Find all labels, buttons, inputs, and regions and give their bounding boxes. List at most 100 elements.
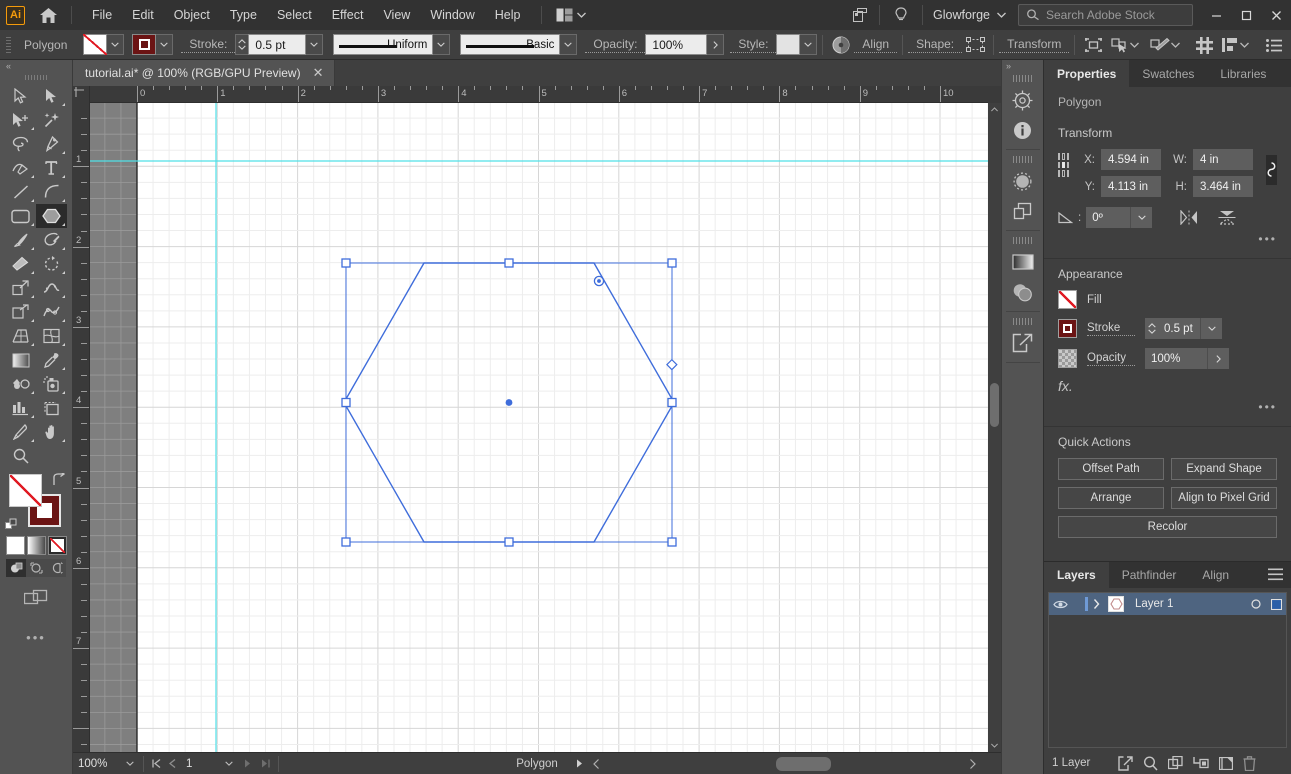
rotation-angle-input[interactable]: 0º [1086,207,1130,228]
mesh-tool[interactable] [36,324,67,348]
gradient-icon[interactable] [1008,247,1038,277]
width-profile-value[interactable]: Uniform [333,34,433,55]
menu-item-type[interactable]: Type [220,3,267,27]
appearance-stroke-stepper[interactable] [1145,318,1158,339]
document-tab[interactable]: tutorial.ai* @ 100% (RGB/GPU Preview) ✕ [73,60,335,86]
appearance-stroke-row[interactable]: Stroke 0.5 pt [1058,318,1277,339]
reference-point-selector[interactable] [1058,153,1069,177]
transform-button[interactable]: Transform [999,37,1069,53]
stroke-weight-label[interactable]: Stroke: [181,37,235,53]
stroke-weight-chevron-down-icon[interactable] [306,34,323,55]
panel-options-icon[interactable] [1261,33,1287,57]
graphic-style-swatch[interactable] [776,34,800,55]
zoom-tool[interactable] [5,444,36,468]
paintbrush-tool[interactable] [5,228,36,252]
ref-ml[interactable] [1058,162,1060,169]
ruler-origin-corner[interactable] [73,86,90,103]
switch-workspace-button[interactable] [552,8,590,22]
layers-rail-icon[interactable] [1008,196,1038,226]
rail-grip-1[interactable] [1013,75,1033,82]
stroke-weight-stepper[interactable] [235,34,248,55]
appearance-opacity-swatch[interactable] [1058,349,1077,368]
shaper-tool[interactable] [36,228,67,252]
properties-icon[interactable] [1008,85,1038,115]
w-input[interactable]: 4 in [1193,149,1253,170]
tab-pathfinder[interactable]: Pathfinder [1109,562,1190,588]
discover-bulb-icon[interactable] [886,7,916,24]
toolbar-grip[interactable] [0,72,72,82]
pen-tool[interactable] [36,132,67,156]
ref-mr[interactable] [1067,162,1069,169]
appearance-stroke-weight-input[interactable]: 0.5 pt [1158,318,1200,339]
arrange-button[interactable]: Arrange [1058,487,1164,509]
line-segment-tool[interactable] [5,180,36,204]
arc-tool[interactable] [36,180,67,204]
free-transform-tool[interactable] [5,300,36,324]
arrange-objects-group[interactable] [1217,33,1249,57]
opacity-input[interactable]: 100% [645,34,707,55]
style-label[interactable]: Style: [730,37,776,53]
appearance-more-options[interactable]: ••• [1058,400,1277,414]
status-scroll-right-icon[interactable] [963,759,981,769]
ref-bl[interactable] [1058,170,1060,177]
y-input[interactable]: 4.113 in [1101,176,1161,197]
shape-label[interactable]: Shape: [908,37,962,53]
account-menu[interactable]: Glowforge [929,8,1010,22]
appearance-fill-swatch[interactable] [1058,290,1077,309]
menu-item-object[interactable]: Object [164,3,220,27]
appearance-opacity-input[interactable]: 100% [1145,348,1207,369]
rotate-tool[interactable] [36,252,67,276]
ref-bc[interactable] [1062,170,1064,177]
control-bar-grip[interactable] [4,37,12,53]
brush-definition-value[interactable]: Basic [460,34,560,55]
group-selection-tool[interactable] [5,108,36,132]
eraser-tool[interactable] [5,252,36,276]
tab-layers[interactable]: Layers [1044,562,1109,588]
vertical-scroll-thumb[interactable] [990,383,999,427]
stroke-weight-input[interactable]: 0.5 pt [248,34,306,55]
select-similar-group[interactable] [1106,33,1139,57]
opacity-expand-chevron-right-icon[interactable] [707,34,724,55]
shape-builder-tool[interactable] [36,300,67,324]
link-proportions-icon[interactable] [1266,155,1277,185]
menu-item-edit[interactable]: Edit [122,3,164,27]
scroll-up-arrow-icon[interactable] [988,103,1001,116]
rotation-angle-chevron-down-icon[interactable] [1130,207,1152,228]
info-icon[interactable] [1008,115,1038,145]
expand-shape-button[interactable]: Expand Shape [1171,458,1277,480]
rail-collapse-button[interactable]: » [1002,60,1043,72]
locate-object-icon[interactable] [1118,756,1133,771]
artboard-tool[interactable] [36,396,67,420]
appearance-stroke-label[interactable]: Stroke [1087,322,1135,336]
artboard-canvas[interactable] [90,103,988,752]
recolor-button[interactable]: Recolor [1058,516,1277,538]
selection-tool[interactable] [5,84,36,108]
width-tool[interactable] [36,276,67,300]
appearance-opacity-label[interactable]: Opacity [1087,352,1135,366]
magic-wand-tool[interactable] [36,108,67,132]
flip-vertical-icon[interactable] [1218,210,1236,225]
stroke-weight-group[interactable]: 0.5 pt [235,34,323,55]
curvature-tool[interactable] [5,156,36,180]
appearance-opacity-chevron-right-icon[interactable] [1207,348,1229,369]
create-sublayer-icon[interactable] [1193,756,1209,770]
width-profile-group[interactable]: Uniform [333,34,450,55]
tab-libraries[interactable]: Libraries [1207,60,1279,87]
delete-selection-icon[interactable] [1243,756,1256,771]
layer-name[interactable]: Layer 1 [1128,598,1246,610]
opacity-group[interactable]: 100% [645,34,724,55]
align-button[interactable]: Align [854,37,897,53]
stroke-dropdown-chevron-down-icon[interactable] [156,34,173,55]
rotation-angle-group[interactable]: 0º [1086,207,1152,228]
close-icon[interactable] [1261,0,1291,30]
width-profile-chevron-down-icon[interactable] [433,34,450,55]
layer-select-indicator[interactable] [1266,593,1286,615]
appearance-fill-row[interactable]: Fill [1058,290,1277,309]
edit-toolbar-button[interactable]: ••• [26,630,46,645]
column-graph-tool[interactable] [5,396,36,420]
lasso-tool[interactable] [5,132,36,156]
default-fill-stroke-icon[interactable] [5,518,19,532]
rail-grip-2[interactable] [1013,156,1033,163]
blend-tool[interactable] [5,372,36,396]
status-menu-arrow-icon[interactable] [570,759,588,768]
